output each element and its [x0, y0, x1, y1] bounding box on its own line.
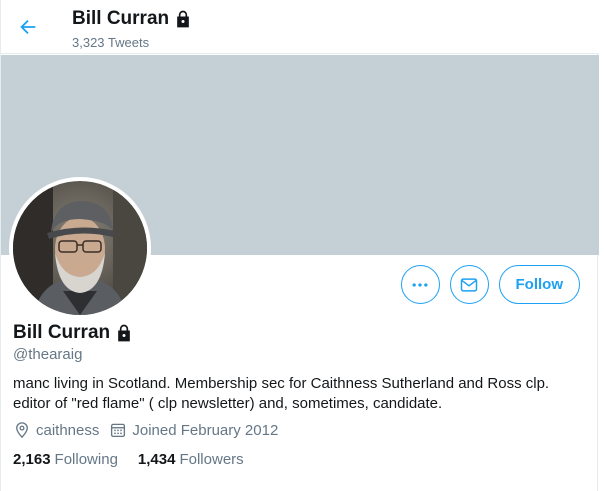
location-text: caithness [36, 421, 100, 439]
tweet-count: 3,323 Tweets [72, 35, 150, 50]
profile-actions: Follow [400, 265, 580, 304]
profile-name: Bill Curran [13, 322, 134, 344]
follow-button[interactable]: Follow [498, 265, 580, 304]
profile-stats: 2,163 Following 1,434 Followers [13, 451, 264, 468]
location-pin-icon [16, 422, 28, 439]
arrow-left-icon [20, 19, 36, 35]
message-button[interactable] [449, 265, 489, 304]
profile-page: Bill Curran 3,323 Tweets Follow Bill Cur… [0, 0, 599, 491]
profile-header-bar: Bill Curran 3,323 Tweets [1, 0, 599, 54]
header-title: Bill Curran [72, 8, 193, 30]
header-name-text: Bill Curran [72, 8, 170, 29]
followers-count: 1,434 [137, 451, 176, 468]
more-button[interactable] [400, 265, 440, 304]
bio-line: manc living in Scotland. Membership sec … [13, 375, 550, 392]
bio-line: editor of "red flame" ( clp newsletter) … [13, 395, 443, 412]
back-button[interactable] [11, 10, 45, 44]
following-count: 2,163 [13, 451, 51, 468]
avatar[interactable] [9, 177, 151, 319]
profile-handle: @thearaig [13, 346, 83, 363]
location-item: caithness [13, 421, 99, 439]
avatar-photo [13, 181, 147, 315]
following-link[interactable]: 2,163 Following [13, 451, 118, 468]
calendar-icon [111, 423, 126, 438]
followers-label: Followers [179, 451, 244, 468]
joined-item: Joined February 2012 [109, 421, 278, 439]
more-icon [412, 282, 428, 287]
profile-bio: manc living in Scotland. Membership sec … [13, 374, 583, 414]
envelope-icon [460, 277, 478, 292]
following-label: Following [54, 451, 118, 468]
joined-text: Joined February 2012 [132, 421, 279, 439]
lock-icon [177, 10, 189, 28]
lock-icon [118, 324, 130, 342]
profile-name-text: Bill Curran [13, 322, 111, 343]
profile-meta: caithness Joined February 2012 [13, 421, 288, 439]
followers-link[interactable]: 1,434 Followers [138, 451, 244, 468]
